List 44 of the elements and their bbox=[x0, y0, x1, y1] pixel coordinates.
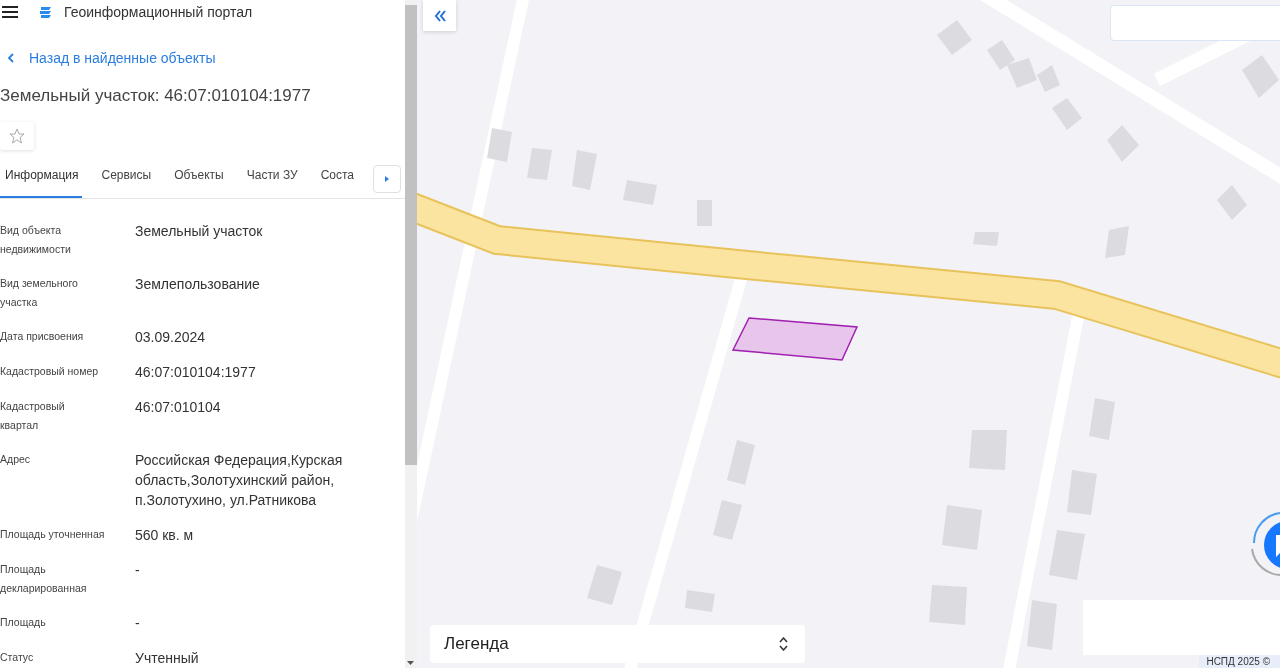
object-heading: Земельный участок: 46:07:010104:1977 bbox=[0, 85, 312, 106]
field-value: Земельный участок bbox=[135, 222, 264, 241]
back-link[interactable]: Назад в найденные объекты bbox=[0, 24, 405, 66]
field-label: Площадь уточненная bbox=[0, 527, 105, 542]
scroll-right-button[interactable] bbox=[373, 165, 401, 193]
legend-dropdown[interactable]: Легенда bbox=[430, 625, 805, 663]
tab[interactable]: Информация bbox=[0, 163, 83, 198]
field-value: 560 кв. м bbox=[135, 526, 195, 545]
collapse-panel-button[interactable] bbox=[423, 0, 456, 31]
tab[interactable]: Части ЗУ bbox=[241, 163, 302, 198]
field-value: - bbox=[135, 561, 141, 580]
scroll-down-icon[interactable] bbox=[407, 661, 414, 665]
field-value: 46:07:010104:1977 bbox=[135, 363, 257, 382]
tab[interactable]: Соста bbox=[315, 163, 359, 198]
portal-title: Геоинформационный портал bbox=[64, 4, 253, 21]
triangle-right-icon bbox=[384, 175, 390, 183]
field-label: Дата присвоения bbox=[0, 329, 85, 344]
search-field[interactable] bbox=[1110, 5, 1280, 41]
field-value: Учтенный bbox=[135, 649, 200, 668]
star-icon bbox=[9, 127, 25, 144]
field-label: Площадь bbox=[0, 615, 47, 630]
field-value: - bbox=[135, 614, 141, 633]
map-attribution: НСПД 2025 © bbox=[1199, 655, 1280, 668]
tab[interactable]: Сервисы bbox=[96, 163, 156, 198]
field-label: Кадастровый квартал bbox=[0, 399, 66, 433]
field-value: 03.09.2024 bbox=[135, 328, 207, 347]
field-label: Площадь декларированная bbox=[0, 562, 88, 596]
double-chevron-left-icon bbox=[433, 9, 446, 22]
field-label: Адрес bbox=[0, 452, 32, 467]
chevron-left-icon bbox=[7, 52, 15, 63]
field-value: Российская Федерация,Курская область,Золотухинский район, п.Золотухино, ул.Ратникова bbox=[135, 451, 344, 510]
scrollbar[interactable] bbox=[405, 0, 417, 668]
field-label: Кадастровый номер bbox=[0, 364, 100, 379]
logo-icon bbox=[38, 4, 53, 20]
favorite-button[interactable] bbox=[0, 121, 34, 150]
field-value: 46:07:010104 bbox=[135, 398, 222, 417]
field-label: Вид объекта недвижимости bbox=[0, 223, 72, 257]
field-label: Вид земельного участка bbox=[0, 276, 79, 310]
field-label: Статус bbox=[0, 650, 35, 665]
up-down-chevron-icon bbox=[779, 637, 788, 651]
field-value: Землепользование bbox=[135, 275, 261, 294]
scrollbar-thumb[interactable] bbox=[405, 5, 417, 465]
tab[interactable]: Объекты bbox=[169, 163, 228, 198]
menu-icon[interactable] bbox=[2, 5, 18, 20]
